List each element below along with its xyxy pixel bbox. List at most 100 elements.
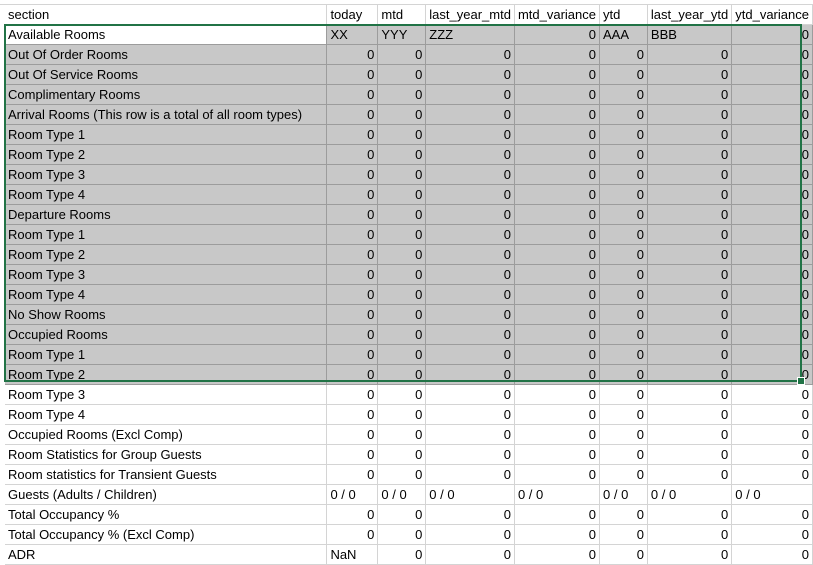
value-cell[interactable]: 0	[326, 104, 379, 125]
value-cell[interactable]: 0	[425, 504, 515, 525]
value-cell[interactable]: 0	[514, 284, 601, 305]
value-cell[interactable]: 0	[599, 364, 648, 385]
value-cell[interactable]: 0	[599, 144, 648, 165]
value-cell[interactable]: 0	[647, 364, 733, 385]
value-cell[interactable]: 0	[599, 304, 648, 325]
row-label-cell[interactable]: Room Type 3	[5, 264, 328, 285]
value-cell[interactable]: 0	[326, 64, 379, 85]
value-cell[interactable]: 0	[599, 64, 648, 85]
value-cell[interactable]: 0	[377, 324, 427, 345]
value-cell[interactable]: 0	[647, 204, 733, 225]
row-label-cell[interactable]: Room Type 2	[5, 144, 328, 165]
value-cell[interactable]: 0	[647, 184, 733, 205]
value-cell[interactable]: 0	[514, 504, 601, 525]
value-cell[interactable]: 0	[514, 204, 601, 225]
value-cell[interactable]: 0	[377, 184, 427, 205]
value-cell[interactable]: 0	[599, 84, 648, 105]
value-cell[interactable]: 0	[731, 44, 813, 65]
value-cell[interactable]: 0	[647, 104, 733, 125]
value-cell[interactable]: 0 / 0	[647, 484, 733, 505]
value-cell[interactable]: 0	[377, 164, 427, 185]
value-cell[interactable]: 0 / 0	[731, 484, 813, 505]
row-label-cell[interactable]: Complimentary Rooms	[5, 84, 328, 105]
value-cell[interactable]: 0	[731, 84, 813, 105]
value-cell[interactable]: 0	[599, 324, 648, 345]
value-cell[interactable]: 0	[377, 364, 427, 385]
row-label-cell[interactable]: Room Type 4	[5, 404, 328, 425]
row-label-cell[interactable]: Occupied Rooms	[5, 324, 328, 345]
value-cell[interactable]: 0	[514, 84, 601, 105]
value-cell[interactable]: 0	[647, 464, 733, 485]
value-cell[interactable]: 0	[514, 24, 601, 45]
value-cell[interactable]: 0	[599, 524, 648, 545]
value-cell[interactable]: 0	[647, 164, 733, 185]
value-cell[interactable]: 0	[731, 544, 813, 565]
row-label-cell[interactable]: Occupied Rooms (Excl Comp)	[5, 424, 328, 445]
value-cell[interactable]: 0	[731, 184, 813, 205]
value-cell[interactable]: 0	[326, 264, 379, 285]
value-cell[interactable]: 0	[377, 204, 427, 225]
value-cell[interactable]: 0	[377, 64, 427, 85]
value-cell[interactable]: 0	[377, 304, 427, 325]
value-cell[interactable]: 0	[326, 44, 379, 65]
value-cell[interactable]: 0 / 0	[326, 484, 379, 505]
row-label-cell[interactable]: Room Type 1	[5, 344, 328, 365]
value-cell[interactable]: 0	[326, 404, 379, 425]
value-cell[interactable]: 0	[326, 164, 379, 185]
value-cell[interactable]: 0	[514, 264, 601, 285]
value-cell[interactable]: 0	[326, 504, 379, 525]
value-cell[interactable]: 0	[514, 164, 601, 185]
column-header[interactable]: last_year_ytd	[647, 5, 733, 25]
value-cell[interactable]: 0	[425, 424, 515, 445]
value-cell[interactable]: 0	[599, 164, 648, 185]
row-label-cell[interactable]: No Show Rooms	[5, 304, 328, 325]
column-header[interactable]: mtd	[377, 5, 427, 25]
value-cell[interactable]: 0	[599, 124, 648, 145]
value-cell[interactable]: 0	[599, 404, 648, 425]
value-cell[interactable]: 0	[731, 204, 813, 225]
value-cell[interactable]: 0	[377, 544, 427, 565]
value-cell[interactable]: 0	[326, 184, 379, 205]
value-cell[interactable]: 0	[425, 104, 515, 125]
value-cell[interactable]: 0	[731, 444, 813, 465]
row-label-cell[interactable]: Out Of Service Rooms	[5, 64, 328, 85]
row-label-cell[interactable]: Room Type 1	[5, 124, 328, 145]
value-cell[interactable]: 0	[647, 144, 733, 165]
value-cell[interactable]: 0	[425, 244, 515, 265]
value-cell[interactable]: 0	[377, 444, 427, 465]
value-cell[interactable]: 0	[514, 444, 601, 465]
value-cell[interactable]: 0	[425, 384, 515, 405]
value-cell[interactable]: 0	[731, 384, 813, 405]
row-label-cell[interactable]: Room Type 4	[5, 184, 328, 205]
value-cell[interactable]: 0	[647, 264, 733, 285]
value-cell[interactable]: 0	[514, 64, 601, 85]
row-label-cell[interactable]: Out Of Order Rooms	[5, 44, 328, 65]
value-cell[interactable]: 0	[425, 64, 515, 85]
value-cell[interactable]: 0	[514, 324, 601, 345]
row-label-cell[interactable]: Departure Rooms	[5, 204, 328, 225]
value-cell[interactable]: 0	[599, 504, 648, 525]
value-cell[interactable]: 0	[731, 284, 813, 305]
value-cell[interactable]: 0	[514, 384, 601, 405]
value-cell[interactable]: 0	[326, 344, 379, 365]
fill-handle[interactable]	[797, 377, 805, 385]
value-cell[interactable]: NaN	[326, 544, 379, 565]
value-cell[interactable]: 0	[599, 464, 648, 485]
value-cell[interactable]: 0	[647, 224, 733, 245]
value-cell[interactable]: 0	[599, 284, 648, 305]
value-cell[interactable]: 0	[647, 244, 733, 265]
value-cell[interactable]: 0	[731, 404, 813, 425]
value-cell[interactable]: 0	[599, 224, 648, 245]
value-cell[interactable]: 0	[425, 344, 515, 365]
value-cell[interactable]: 0	[731, 224, 813, 245]
value-cell[interactable]: 0	[425, 524, 515, 545]
value-cell[interactable]: 0	[425, 324, 515, 345]
value-cell[interactable]: 0	[326, 84, 379, 105]
value-cell[interactable]: 0	[326, 124, 379, 145]
value-cell[interactable]: 0	[514, 464, 601, 485]
value-cell[interactable]: 0	[377, 224, 427, 245]
value-cell[interactable]: 0	[377, 104, 427, 125]
value-cell[interactable]: 0	[599, 444, 648, 465]
value-cell[interactable]: 0	[425, 144, 515, 165]
value-cell[interactable]: 0	[599, 384, 648, 405]
